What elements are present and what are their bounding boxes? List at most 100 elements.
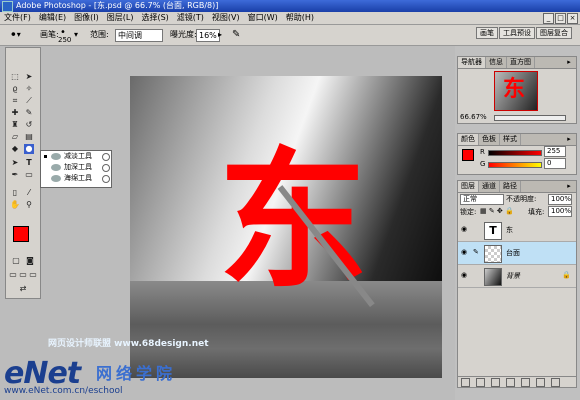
navigator-zoom[interactable]: 66.67% [460,113,487,121]
brush-size[interactable]: 250 [58,36,71,44]
palette-tab-tool-presets[interactable]: 工具预设 [499,27,535,39]
flyout-item-burn[interactable]: 加深工具 [41,162,111,173]
tab-styles[interactable]: 样式 [500,134,521,145]
clone-stamp-icon[interactable]: ♜ [10,120,20,130]
menu-image[interactable]: 图像(I) [70,12,103,24]
navigator-zoom-slider[interactable] [494,115,566,121]
panel-menu-icon[interactable]: ▸ [565,58,573,66]
new-layer-icon[interactable] [536,378,545,387]
restore-icon[interactable]: □ [555,13,566,24]
lasso-tool-icon[interactable]: ϱ [10,84,20,94]
standard-mode-icon[interactable]: ▢ [11,256,21,266]
tab-channels[interactable]: 通道 [479,181,500,192]
window-title: Adobe Photoshop - [东.psd @ 66.7% (台面, RG… [16,1,219,10]
layer-row-background[interactable]: ◉ 背景 🔒 [458,265,576,288]
eraser-tool-icon[interactable]: ▱ [10,132,20,142]
screen-mode-standard-icon[interactable]: ▭ [8,270,18,280]
add-style-icon[interactable] [476,378,485,387]
healing-brush-icon[interactable]: ✚ [10,108,20,118]
r-value-input[interactable]: 255 [544,146,566,157]
tab-histogram[interactable]: 直方图 [507,57,535,68]
menu-help[interactable]: 帮助(H) [282,12,318,24]
dodge-tool-icon[interactable]: ● [24,144,34,154]
photoshop-icon [2,1,13,12]
menu-edit[interactable]: 编辑(E) [35,12,70,24]
path-selection-icon[interactable]: ➤ [10,158,20,168]
menu-view[interactable]: 视图(V) [208,12,244,24]
pen-tool-icon[interactable]: ✒ [10,170,20,180]
g-value-input[interactable]: 0 [544,158,566,169]
foreground-color-swatch[interactable] [13,226,29,242]
menu-filter[interactable]: 滤镜(T) [173,12,208,24]
menu-file[interactable]: 文件(F) [0,12,35,24]
opacity-input[interactable]: 100% [548,194,572,205]
move-tool-icon[interactable]: ➤ [24,72,34,82]
jump-to-imageready-icon[interactable]: ⇄ [18,284,28,294]
add-mask-icon[interactable] [491,378,500,387]
g-slider[interactable] [488,162,542,168]
layer-row-text[interactable]: ◉ T 东 [458,219,576,242]
fill-label: 填充: [528,208,545,216]
range-label: 范围: [90,30,109,39]
palette-well: 画笔 工具预设 图层复合 [476,27,573,39]
background-layer-thumbnail [484,268,502,286]
minimize-icon[interactable]: _ [543,13,554,24]
blend-mode-select[interactable]: 正常 [460,194,504,205]
r-slider[interactable] [488,150,542,156]
delete-layer-icon[interactable] [551,378,560,387]
sponge-icon [51,175,61,182]
color-panel-foreground-swatch[interactable] [462,149,474,161]
slice-tool-icon[interactable]: ⟋ [24,96,34,106]
airbrush-icon[interactable]: ✎ [232,29,240,41]
tool-preset-picker[interactable]: ⚫▾ [10,29,21,41]
dodge-tool-flyout: 减淡工具 加深工具 海绵工具 [40,150,112,188]
gradient-tool-icon[interactable]: ▤ [24,132,34,142]
tab-navigator[interactable]: 导航器 [458,57,486,68]
visibility-eye-icon[interactable]: ◉ [461,225,469,233]
blur-tool-icon[interactable]: ◆ [10,144,20,154]
screen-mode-full-icon[interactable]: ▭ [28,270,38,280]
notes-tool-icon[interactable]: ▯ [10,188,20,198]
lock-icons[interactable]: ▦ ✎ ✥ 🔒 [480,207,514,215]
magic-wand-icon[interactable]: ✧ [24,84,34,94]
flyout-item-dodge[interactable]: 减淡工具 [41,151,111,162]
shape-tool-icon[interactable]: ▭ [24,170,34,180]
brush-picker-arrow-icon[interactable]: ▾ [74,29,78,41]
screen-mode-menus-icon[interactable]: ▭ [18,270,28,280]
tab-color[interactable]: 颜色 [458,134,479,145]
marquee-tool-icon[interactable]: ⬚ [10,72,20,82]
navigator-thumbnail[interactable]: 东 [494,71,538,111]
zoom-tool-icon[interactable]: ⚲ [24,200,34,210]
visibility-eye-icon[interactable]: ◉ [461,248,469,256]
layer-row-selected[interactable]: ◉ ✎ 台面 [458,242,576,265]
brush-tool-icon[interactable]: ✎ [24,108,34,118]
tab-layers[interactable]: 图层 [458,181,479,192]
new-adjustment-icon[interactable] [521,378,530,387]
fill-input[interactable]: 100% [548,206,572,217]
range-select[interactable]: 中间调 [115,29,163,42]
quick-mask-icon[interactable]: ◙ [25,256,35,266]
tab-info[interactable]: 信息 [486,57,507,68]
menu-window[interactable]: 窗口(W) [244,12,282,24]
type-tool-icon[interactable]: T [24,158,34,168]
exposure-input[interactable]: 16% [196,29,220,42]
menu-select[interactable]: 选择(S) [137,12,172,24]
panel-menu-icon[interactable]: ▸ [565,135,573,143]
menu-layer[interactable]: 图层(L) [103,12,138,24]
tab-swatches[interactable]: 色板 [479,134,500,145]
palette-tab-brushes[interactable]: 画笔 [476,27,498,39]
visibility-eye-icon[interactable]: ◉ [461,271,469,279]
palette-tab-layer-comps[interactable]: 图层复合 [536,27,572,39]
hand-tool-icon[interactable]: ✋ [10,200,20,210]
crop-tool-icon[interactable]: ⌗ [10,96,20,106]
tab-paths[interactable]: 路径 [500,181,521,192]
new-group-icon[interactable] [506,378,515,387]
document-canvas[interactable]: 东 [130,76,442,378]
eyedropper-icon[interactable]: ⁄ [24,188,34,198]
exposure-slider-arrow-icon[interactable]: ▸ [218,29,222,41]
history-brush-icon[interactable]: ↺ [24,120,34,130]
flyout-item-sponge[interactable]: 海绵工具 [41,173,111,184]
link-layers-icon[interactable] [461,378,470,387]
close-icon[interactable]: × [567,13,578,24]
panel-menu-icon[interactable]: ▸ [565,182,573,190]
